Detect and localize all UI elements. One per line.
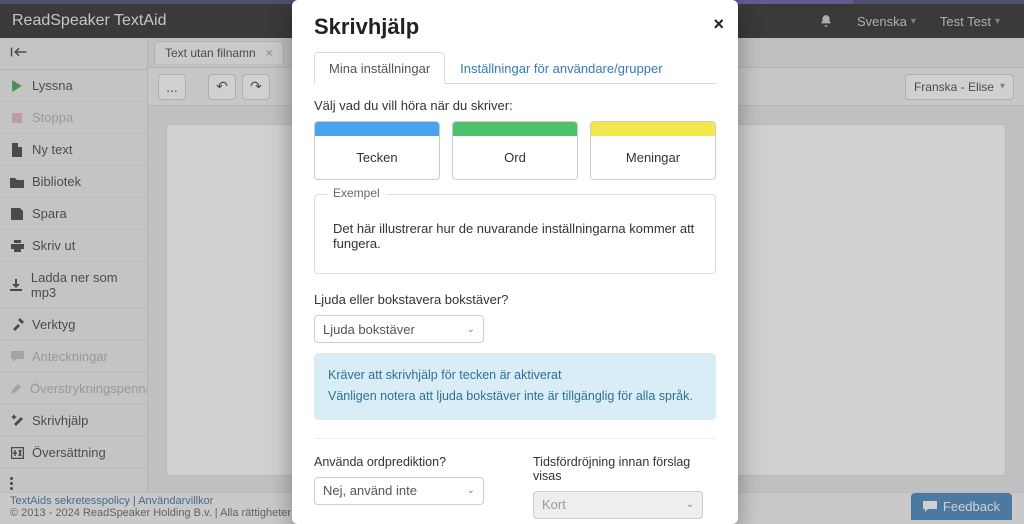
delay-value: Kort (542, 497, 566, 512)
writing-aid-modal: × Skrivhjälp Mina inställningar Inställn… (292, 0, 738, 524)
choice-color-bar (453, 122, 577, 136)
modal-close-button[interactable]: × (713, 14, 724, 35)
choice-color-bar (591, 122, 715, 136)
sound-label: Ljuda eller bokstavera bokstäver? (314, 292, 716, 307)
predict-label: Använda ordprediktion? (314, 455, 497, 469)
sound-select[interactable]: Ljuda bokstäver ⌄ (314, 315, 484, 343)
chevron-down-icon: ⌄ (467, 485, 475, 496)
chevron-down-icon: ⌄ (467, 324, 475, 335)
example-fieldset: Exempel Det här illustrerar hur de nuvar… (314, 194, 716, 274)
choice-color-bar (315, 122, 439, 136)
predict-value: Nej, använd inte (323, 483, 417, 498)
divider (314, 438, 716, 439)
choice-chars[interactable]: Tecken (314, 121, 440, 180)
info-line: Vänligen notera att ljuda bokstäver inte… (328, 386, 702, 407)
chevron-down-icon: ⌄ (686, 499, 694, 510)
choice-label: Meningar (591, 136, 715, 179)
modal-title: Skrivhjälp (314, 14, 716, 40)
example-legend: Exempel (327, 186, 386, 200)
predict-select[interactable]: Nej, använd inte ⌄ (314, 477, 484, 505)
delay-select[interactable]: Kort ⌄ (533, 491, 703, 519)
example-text: Det här illustrerar hur de nuvarande ins… (333, 221, 694, 251)
choice-label: Ord (453, 136, 577, 179)
modal-tabs: Mina inställningar Inställningar för anv… (314, 52, 716, 84)
tab-group-settings[interactable]: Inställningar för användare/grupper (445, 52, 677, 84)
choice-sentences[interactable]: Meningar (590, 121, 716, 180)
delay-label: Tidsfördröjning innan förslag visas (533, 455, 716, 483)
info-note: Kräver att skrivhjälp för tecken är akti… (314, 353, 716, 420)
choice-label: Tecken (315, 136, 439, 179)
choice-words[interactable]: Ord (452, 121, 578, 180)
info-line: Kräver att skrivhjälp för tecken är akti… (328, 365, 702, 386)
tab-my-settings[interactable]: Mina inställningar (314, 52, 445, 84)
choose-prompt: Välj vad du vill höra när du skriver: (314, 98, 716, 113)
sound-value: Ljuda bokstäver (323, 322, 415, 337)
